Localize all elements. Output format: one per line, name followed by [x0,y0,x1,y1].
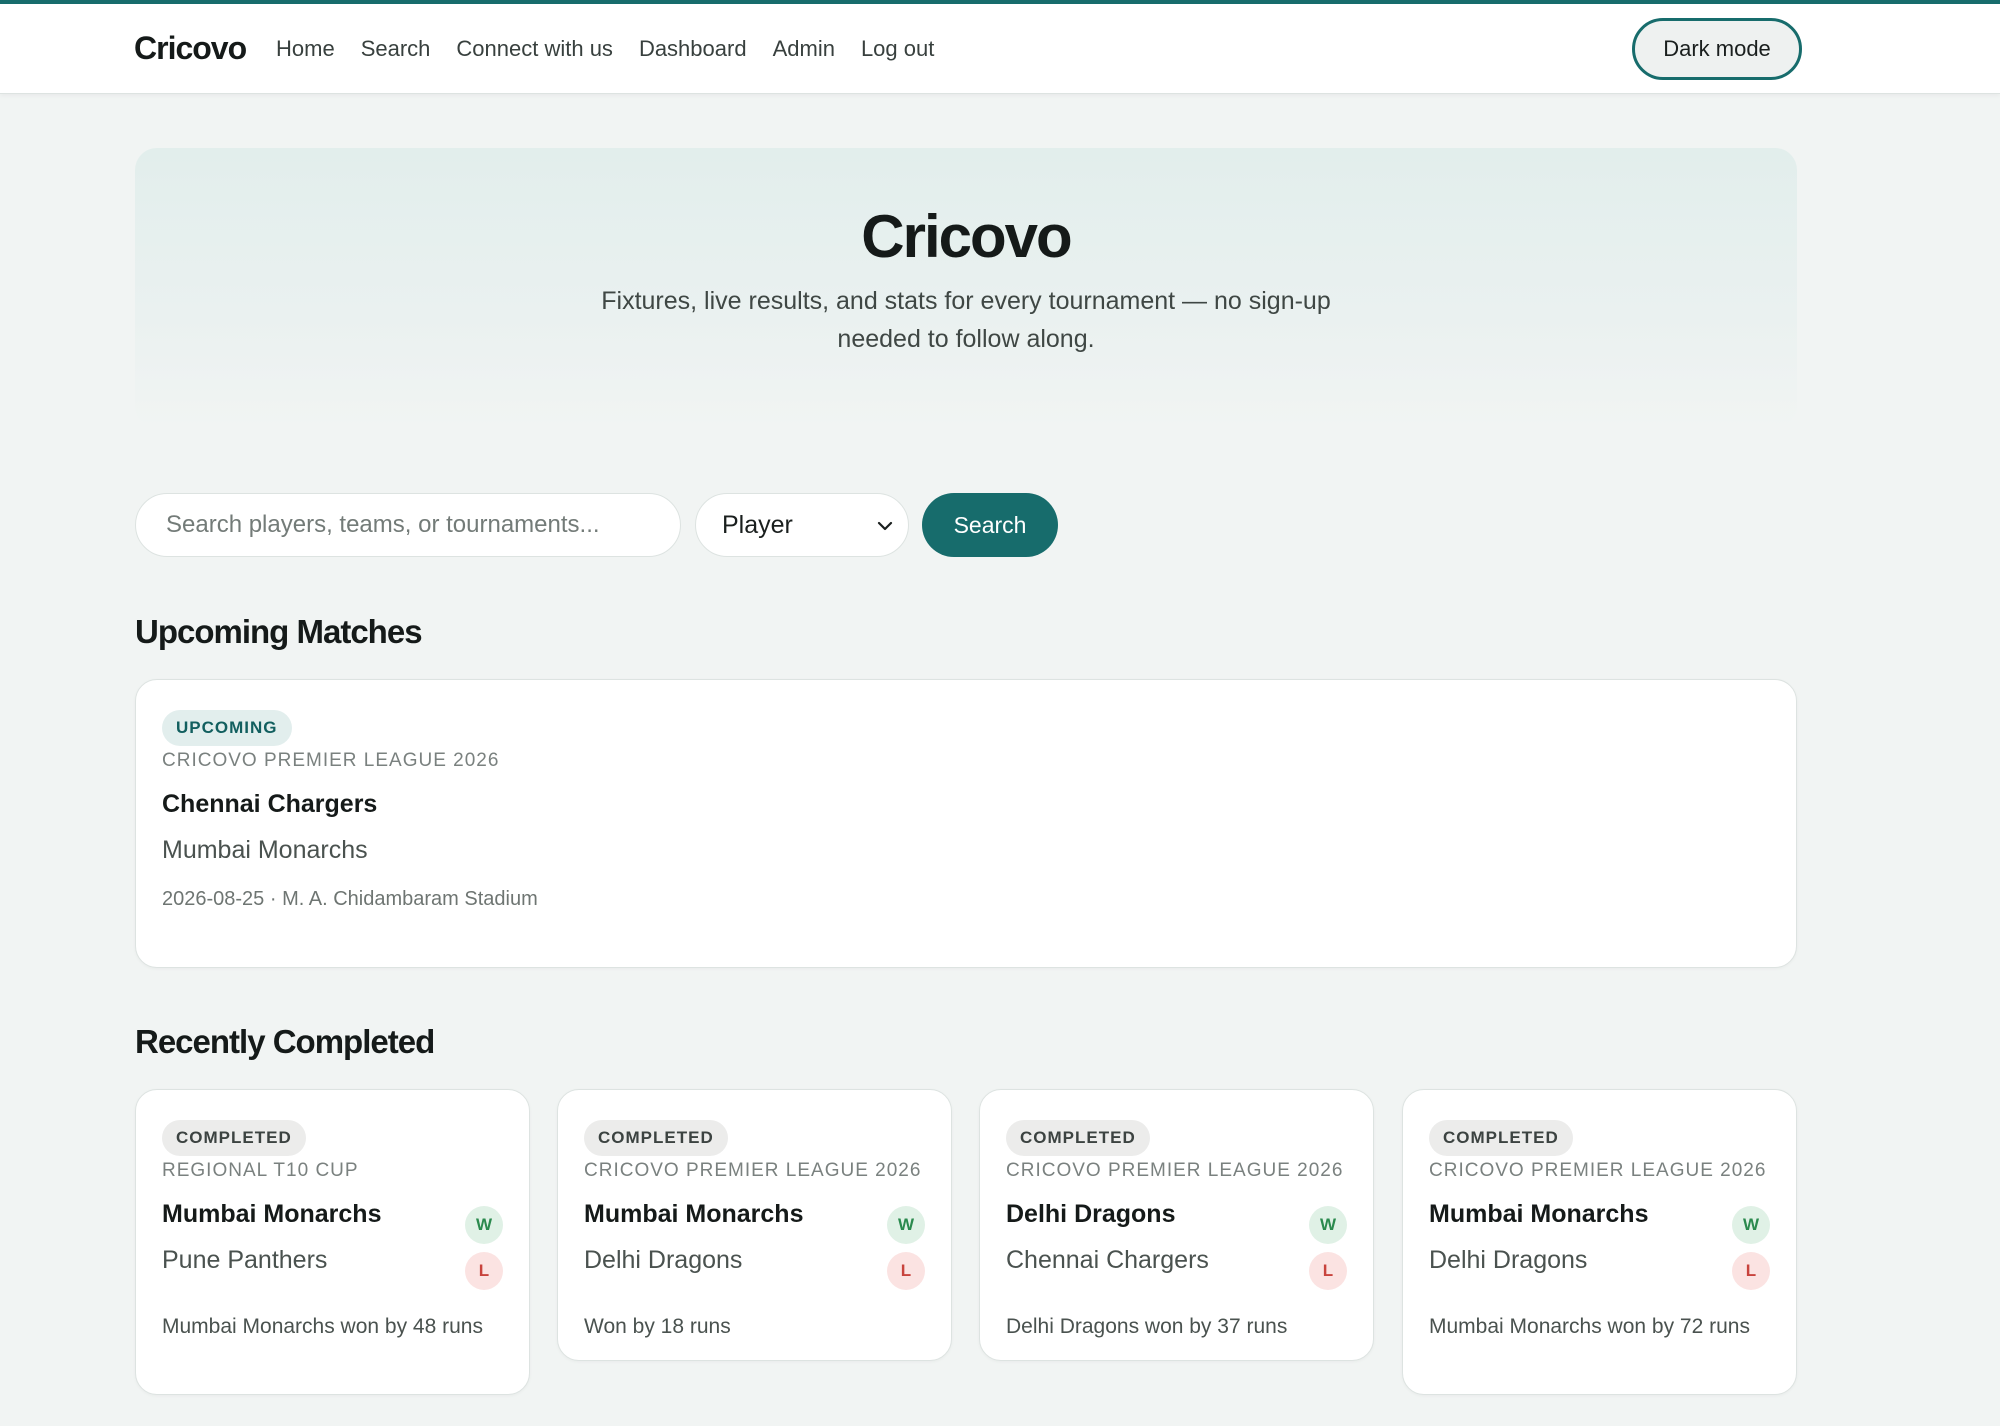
win-badge: W [1309,1206,1347,1244]
winner-team-name: Mumbai Monarchs [162,1200,382,1228]
loss-badge: L [465,1252,503,1290]
hero-subtitle: Fixtures, live results, and stats for ev… [601,287,1331,353]
loser-team-name: Delhi Dragons [1429,1246,1588,1274]
status-badge: UPCOMING [162,710,292,746]
match-result: Delhi Dragons won by 37 runs [1006,1315,1288,1338]
dark-mode-toggle-button[interactable]: Dark mode [1632,18,1802,80]
loss-badge: L [1309,1252,1347,1290]
match-result: Won by 18 runs [584,1315,731,1338]
hero-banner: Cricovo Fixtures, live results, and stat… [135,148,1797,428]
completed-section-title: Recently Completed [135,1023,435,1060]
match-result: Mumbai Monarchs won by 72 runs [1429,1315,1750,1338]
match-meta: 2026-08-25 · M. A. Chidambaram Stadium [162,888,538,910]
nav-link-connect[interactable]: Connect with us [456,36,613,62]
completed-match-card[interactable]: COMPLETED CRICOVO PREMIER LEAGUE 2026 De… [979,1089,1374,1361]
loss-badge: L [887,1252,925,1290]
status-badge: COMPLETED [1006,1120,1150,1156]
loser-team-name: Delhi Dragons [584,1246,743,1274]
loser-team-name: Pune Panthers [162,1246,328,1274]
tournament-name: REGIONAL T10 CUP [162,1160,359,1181]
chevron-down-icon [877,521,893,531]
win-badge: W [1732,1206,1770,1244]
tournament-name: CRICOVO PREMIER LEAGUE 2026 [584,1160,922,1181]
upcoming-section-title: Upcoming Matches [135,613,423,650]
nav-link-search[interactable]: Search [361,36,431,62]
winner-team-name: Mumbai Monarchs [584,1200,804,1228]
team-a-name: Chennai Chargers [162,790,378,818]
tournament-name: CRICOVO PREMIER LEAGUE 2026 [162,750,500,771]
search-button[interactable]: Search [922,493,1058,557]
win-badge: W [887,1206,925,1244]
match-result: Mumbai Monarchs won by 48 runs [162,1315,483,1338]
search-type-select[interactable]: Player [695,493,909,557]
status-badge: COMPLETED [1429,1120,1573,1156]
upcoming-match-card[interactable]: UPCOMING CRICOVO PREMIER LEAGUE 2026 Che… [135,679,1797,968]
tournament-name: CRICOVO PREMIER LEAGUE 2026 [1429,1160,1767,1181]
completed-match-card[interactable]: COMPLETED CRICOVO PREMIER LEAGUE 2026 Mu… [557,1089,952,1361]
completed-match-card[interactable]: COMPLETED CRICOVO PREMIER LEAGUE 2026 Mu… [1402,1089,1797,1395]
winner-team-name: Mumbai Monarchs [1429,1200,1649,1228]
nav-links: Home Search Connect with us Dashboard Ad… [276,36,934,62]
nav-link-logout[interactable]: Log out [861,36,934,62]
nav-link-dashboard[interactable]: Dashboard [639,36,747,62]
status-badge: COMPLETED [584,1120,728,1156]
hero-title: Cricovo [861,203,1072,270]
navbar: Cricovo Home Search Connect with us Dash… [0,4,2000,94]
search-input[interactable] [135,493,681,557]
completed-match-card[interactable]: COMPLETED REGIONAL T10 CUP Mumbai Monarc… [135,1089,530,1395]
win-badge: W [465,1206,503,1244]
winner-team-name: Delhi Dragons [1006,1200,1176,1228]
team-b-name: Mumbai Monarchs [162,836,368,864]
nav-link-home[interactable]: Home [276,36,335,62]
loser-team-name: Chennai Chargers [1006,1246,1209,1274]
nav-link-admin[interactable]: Admin [773,36,835,62]
search-type-selected-value: Player [722,510,793,539]
brand-logo[interactable]: Cricovo [134,30,247,67]
loss-badge: L [1732,1252,1770,1290]
tournament-name: CRICOVO PREMIER LEAGUE 2026 [1006,1160,1344,1181]
status-badge: COMPLETED [162,1120,306,1156]
